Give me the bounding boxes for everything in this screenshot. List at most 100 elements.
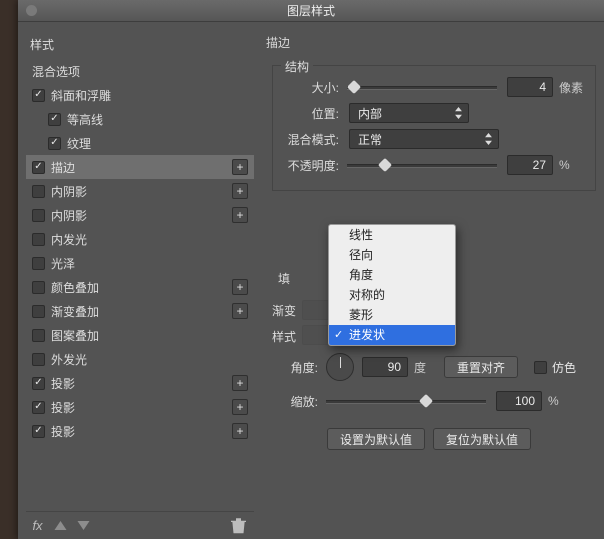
chevron-down-icon (454, 107, 463, 122)
style-label: 光泽 (51, 255, 75, 272)
dither-checkbox[interactable] (534, 361, 547, 374)
style-checkbox[interactable] (32, 305, 45, 318)
style-row[interactable]: 纹理 (26, 131, 254, 155)
style-checkbox[interactable] (32, 425, 45, 438)
add-effect-icon[interactable]: + (232, 183, 248, 199)
styles-panel: 样式 混合选项 斜面和浮雕等高线纹理描边+内阴影+内阴影+内发光光泽颜色叠加+渐… (18, 22, 254, 539)
dropdown-item[interactable]: 线性 (329, 225, 455, 245)
opacity-input[interactable]: 27 (507, 155, 553, 175)
blend-label: 混合模式: (283, 131, 347, 148)
layer-style-dialog: 图层样式 样式 混合选项 斜面和浮雕等高线纹理描边+内阴影+内阴影+内发光光泽颜… (18, 0, 604, 539)
close-icon[interactable] (26, 5, 37, 16)
style-row[interactable]: 投影 + (26, 395, 254, 419)
style-label: 内阴影 (51, 183, 87, 200)
style-row[interactable]: 图案叠加 (26, 323, 254, 347)
reset-align-button[interactable]: 重置对齐 (444, 356, 518, 378)
scale-slider[interactable] (326, 394, 486, 408)
style-checkbox[interactable] (32, 233, 45, 246)
position-select[interactable]: 内部 (349, 103, 469, 123)
style-label: 投影 (51, 399, 75, 416)
fx-icon[interactable]: fx (30, 518, 45, 533)
style-checkbox[interactable] (32, 209, 45, 222)
style-label: 投影 (51, 375, 75, 392)
add-effect-icon[interactable]: + (232, 279, 248, 295)
dropdown-item[interactable]: 菱形 (329, 305, 455, 325)
position-label: 位置: (283, 105, 347, 122)
blending-options-row[interactable]: 混合选项 (26, 59, 254, 83)
trash-icon[interactable] (231, 518, 246, 533)
opacity-slider[interactable] (347, 158, 497, 172)
style-row[interactable]: 投影+ (26, 419, 254, 443)
styles-footer: fx (26, 511, 254, 539)
style-checkbox[interactable] (32, 353, 45, 366)
arrow-down-icon[interactable] (76, 518, 91, 533)
dropdown-item[interactable]: 进发状 (329, 325, 455, 345)
blending-options-label: 混合选项 (32, 63, 80, 80)
position-row: 位置: 内部 (283, 100, 585, 126)
dropdown-item[interactable]: 角度 (329, 265, 455, 285)
size-slider[interactable] (347, 80, 497, 94)
dropdown-item[interactable]: 对称的 (329, 285, 455, 305)
style-row[interactable]: 等高线 (26, 107, 254, 131)
position-value: 内部 (358, 105, 382, 122)
set-default-button[interactable]: 设置为默认值 (327, 428, 425, 450)
add-effect-icon[interactable]: + (232, 399, 248, 415)
arrow-up-icon[interactable] (53, 518, 68, 533)
opacity-unit: % (559, 158, 570, 172)
style-checkbox[interactable] (48, 137, 61, 150)
style-checkbox[interactable] (32, 185, 45, 198)
style-label: 渐变叠加 (51, 303, 99, 320)
dropdown-item[interactable]: 径向 (329, 245, 455, 265)
add-effect-icon[interactable]: + (232, 375, 248, 391)
style-row[interactable]: 内阴影+ (26, 203, 254, 227)
style-row[interactable]: 斜面和浮雕 (26, 83, 254, 107)
window-title: 图层样式 (287, 4, 335, 18)
dialog-content: 样式 混合选项 斜面和浮雕等高线纹理描边+内阴影+内阴影+内发光光泽颜色叠加+渐… (18, 22, 604, 539)
style-row[interactable]: 颜色叠加+ (26, 275, 254, 299)
structure-group: 结构 大小: 4 像素 位置: 内部 混合模式: (272, 65, 596, 191)
opacity-row: 不透明度: 27 % (283, 152, 585, 178)
gradient-label-cutoff: 渐变 (272, 302, 296, 319)
style-checkbox[interactable] (32, 161, 45, 174)
style-row[interactable]: 渐变叠加 + (26, 299, 254, 323)
style-row[interactable]: 外发光 (26, 347, 254, 371)
style-label: 外发光 (51, 351, 87, 368)
scale-row: 缩放: 100 % (272, 388, 592, 414)
add-effect-icon[interactable]: + (232, 159, 248, 175)
style-label: 等高线 (67, 111, 103, 128)
angle-input[interactable]: 90 (362, 357, 408, 377)
blend-select[interactable]: 正常 (349, 129, 499, 149)
style-row[interactable]: 投影 + (26, 371, 254, 395)
reset-default-button[interactable]: 复位为默认值 (433, 428, 531, 450)
style-row[interactable]: 描边+ (26, 155, 254, 179)
style-checkbox[interactable] (32, 281, 45, 294)
style-dropdown-menu: 线性径向角度对称的菱形进发状 (328, 224, 456, 346)
style-checkbox[interactable] (32, 329, 45, 342)
add-effect-icon[interactable]: + (232, 303, 248, 319)
chevron-down-icon (484, 133, 493, 148)
size-unit: 像素 (559, 79, 583, 96)
style-row[interactable]: 内发光 (26, 227, 254, 251)
size-row: 大小: 4 像素 (283, 74, 585, 100)
style-label: 纹理 (67, 135, 91, 152)
scale-label: 缩放: (272, 393, 326, 410)
style-checkbox[interactable] (32, 401, 45, 414)
style-checkbox[interactable] (32, 377, 45, 390)
angle-dial[interactable] (326, 353, 354, 381)
add-effect-icon[interactable]: + (232, 207, 248, 223)
style-label: 图案叠加 (51, 327, 99, 344)
section-title: 描边 (254, 32, 604, 55)
angle-label: 角度: (272, 359, 326, 376)
style-checkbox[interactable] (48, 113, 61, 126)
style-row[interactable]: 内阴影 + (26, 179, 254, 203)
opacity-label: 不透明度: (283, 157, 347, 174)
style-checkbox[interactable] (32, 89, 45, 102)
styles-header: 样式 (26, 32, 254, 59)
scale-input[interactable]: 100 (496, 391, 542, 411)
size-input[interactable]: 4 (507, 77, 553, 97)
style-checkbox[interactable] (32, 257, 45, 270)
style-row[interactable]: 光泽 (26, 251, 254, 275)
add-effect-icon[interactable]: + (232, 423, 248, 439)
titlebar: 图层样式 (18, 0, 604, 22)
style-label: 内发光 (51, 231, 87, 248)
